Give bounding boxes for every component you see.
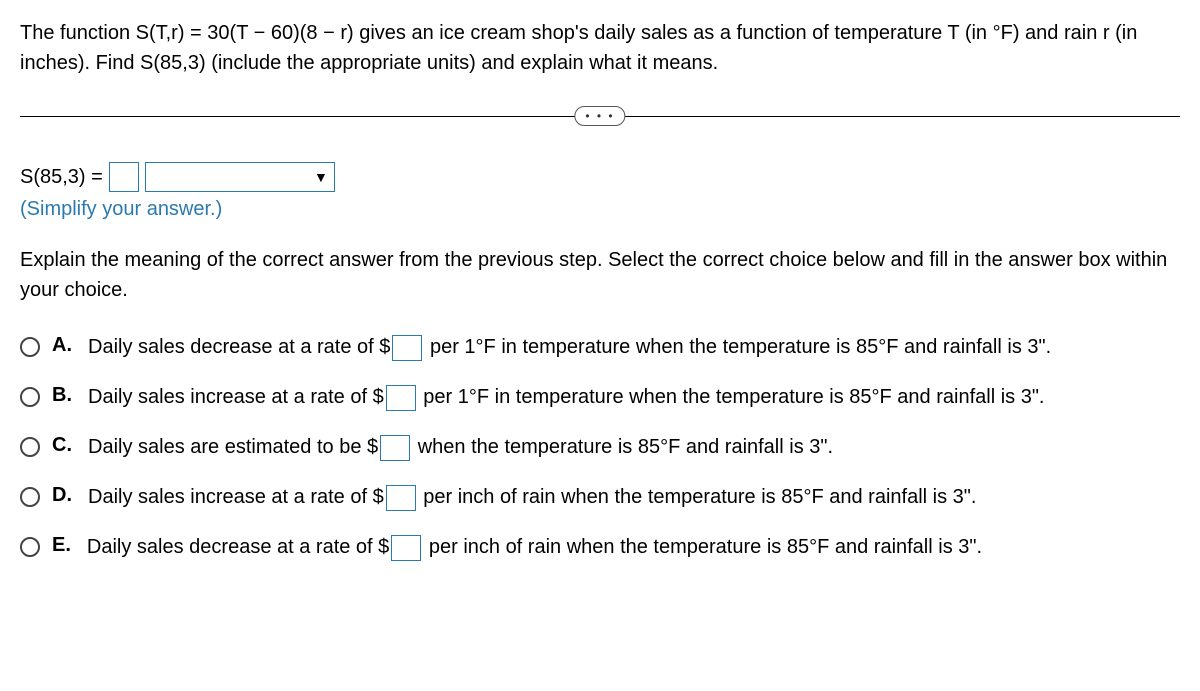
- choice-a-input[interactable]: [392, 335, 422, 361]
- radio-c[interactable]: [20, 437, 40, 457]
- simplify-hint: (Simplify your answer.): [20, 198, 1180, 221]
- choice-c-letter: C.: [52, 434, 72, 457]
- choice-a-letter: A.: [52, 334, 72, 357]
- radio-e[interactable]: [20, 537, 40, 557]
- choice-b-post-b: in temperature when the temperature is 8…: [489, 386, 871, 408]
- choice-b: B. Daily sales increase at a rate of $ p…: [20, 383, 1180, 411]
- choice-a-deg: °F: [476, 336, 496, 358]
- choice-d-letter: D.: [52, 484, 72, 507]
- choice-c-post-b: and rainfall is 3".: [680, 436, 833, 458]
- choice-d-input[interactable]: [386, 485, 416, 511]
- choice-d-deg: °F: [803, 486, 823, 508]
- choice-c: C. Daily sales are estimated to be $ whe…: [20, 433, 1180, 461]
- choice-b-pre: Daily sales increase at a rate of $: [88, 386, 384, 408]
- choice-b-input[interactable]: [386, 385, 416, 411]
- expand-pill[interactable]: • • •: [574, 106, 625, 126]
- choice-b-post-c: and rainfall is 3".: [892, 386, 1045, 408]
- choice-a-deg2: °F: [878, 336, 898, 358]
- choice-a-post-c: and rainfall is 3".: [898, 336, 1051, 358]
- choice-e-deg: °F: [809, 536, 829, 558]
- question-text: The function S(T,r) = 30(T − 60)(8 − r) …: [20, 18, 1180, 78]
- choice-d-post-a: per inch of rain when the temperature is…: [418, 486, 804, 508]
- answer-lhs: S(85,3) =: [20, 166, 103, 189]
- choice-b-text: Daily sales increase at a rate of $ per …: [88, 383, 1044, 411]
- choice-e-post-b: and rainfall is 3".: [829, 536, 982, 558]
- choice-d-pre: Daily sales increase at a rate of $: [88, 486, 384, 508]
- degree-f: °F: [993, 22, 1013, 44]
- choice-a: A. Daily sales decrease at a rate of $ p…: [20, 333, 1180, 361]
- question-part-1: The function S(T,r) = 30(T − 60)(8 − r) …: [20, 22, 993, 44]
- radio-d[interactable]: [20, 487, 40, 507]
- choice-a-post-a: per 1: [424, 336, 475, 358]
- choice-a-pre: Daily sales decrease at a rate of $: [88, 336, 390, 358]
- choice-e-input[interactable]: [391, 535, 421, 561]
- choice-b-deg2: °F: [872, 386, 892, 408]
- chevron-down-icon: ▼: [314, 169, 328, 185]
- choice-e: E. Daily sales decrease at a rate of $ p…: [20, 533, 1180, 561]
- choice-e-letter: E.: [52, 534, 71, 557]
- choice-d-post-b: and rainfall is 3".: [824, 486, 977, 508]
- choice-a-text: Daily sales decrease at a rate of $ per …: [88, 333, 1051, 361]
- choice-b-letter: B.: [52, 384, 72, 407]
- choice-d: D. Daily sales increase at a rate of $ p…: [20, 483, 1180, 511]
- dots-icon: • • •: [585, 109, 614, 123]
- answer-value-input[interactable]: [109, 162, 139, 192]
- choice-b-deg: °F: [469, 386, 489, 408]
- radio-a[interactable]: [20, 337, 40, 357]
- section-divider: • • •: [20, 106, 1180, 126]
- choice-b-post-a: per 1: [418, 386, 469, 408]
- radio-b[interactable]: [20, 387, 40, 407]
- choice-c-text: Daily sales are estimated to be $ when t…: [88, 433, 833, 461]
- choice-e-pre: Daily sales decrease at a rate of $: [87, 536, 389, 558]
- answer-equation-row: S(85,3) = ▼: [20, 162, 1180, 192]
- choice-c-pre: Daily sales are estimated to be $: [88, 436, 378, 458]
- choice-d-text: Daily sales increase at a rate of $ per …: [88, 483, 976, 511]
- choice-a-post-b: in temperature when the temperature is 8…: [496, 336, 878, 358]
- choice-e-post-a: per inch of rain when the temperature is…: [423, 536, 809, 558]
- choice-c-post-a: when the temperature is 85: [412, 436, 660, 458]
- choice-c-deg: °F: [660, 436, 680, 458]
- choice-e-text: Daily sales decrease at a rate of $ per …: [87, 533, 982, 561]
- explain-prompt: Explain the meaning of the correct answe…: [20, 245, 1180, 305]
- answer-units-select[interactable]: ▼: [145, 162, 335, 192]
- choice-list: A. Daily sales decrease at a rate of $ p…: [20, 333, 1180, 561]
- choice-c-input[interactable]: [380, 435, 410, 461]
